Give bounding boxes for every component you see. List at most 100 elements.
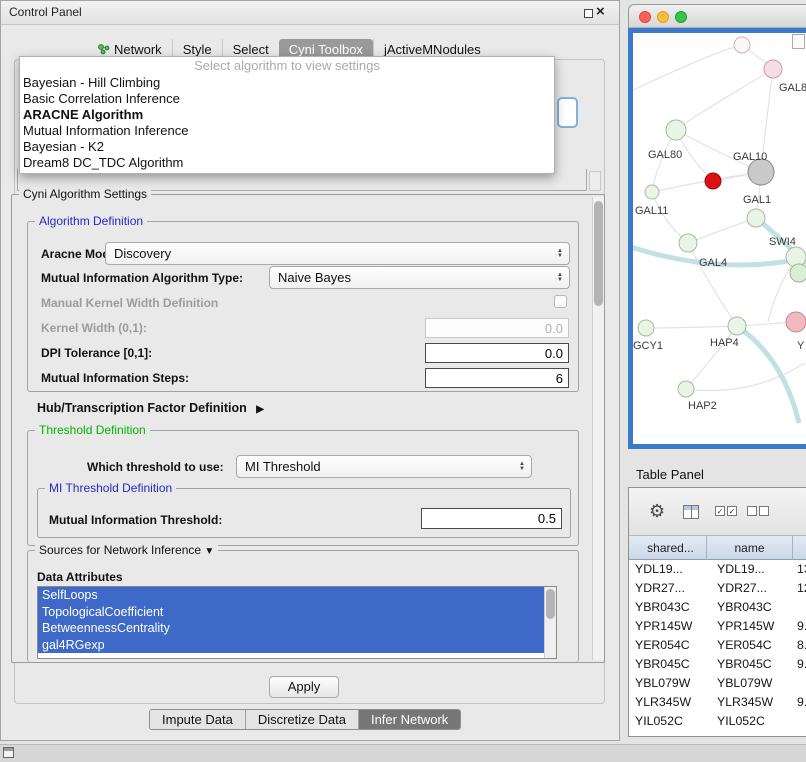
sources-group-title: Sources for Network Inference [39,543,201,557]
cell: YIL052C [629,712,707,731]
network-node[interactable] [728,317,746,335]
network-node[interactable] [734,37,750,53]
table-row[interactable]: YBR043C YBR043C [629,598,806,617]
mi-type-label: Mutual Information Algorithm Type: [41,271,243,285]
network-node[interactable] [678,381,694,397]
dpi-tolerance-input[interactable] [425,343,569,363]
tab-jactivemnodules-label: jActiveMNodules [384,42,481,57]
data-attributes-list[interactable]: SelfLoops TopologicalCoefficient Between… [37,586,557,659]
cell: YDR27... [629,579,707,598]
algorithm-option-selected[interactable]: ARACNE Algorithm [20,107,554,123]
algorithm-option[interactable]: Dream8 DC_TDC Algorithm [20,155,554,171]
cell: YDR27... [707,579,793,598]
network-node-red[interactable] [705,173,721,189]
cell: YDL19... [629,560,707,579]
node-label: GAL1 [743,194,771,206]
network-node[interactable] [764,60,782,78]
column-header-name[interactable]: name [707,536,793,560]
table-row[interactable]: YER054C YER054C 8. [629,636,806,655]
close-traffic-light-icon[interactable] [639,11,651,23]
cell: YBR045C [707,655,793,674]
scrollbar-thumb[interactable] [546,589,555,619]
network-node[interactable] [747,209,765,227]
node-label: GAL8 [779,82,806,94]
table-row[interactable]: YBL079W YBL079W [629,674,806,693]
apply-button[interactable]: Apply [269,676,339,698]
attribute-item-selected[interactable]: BetweennessCentrality [38,620,545,637]
mi-threshold-input[interactable] [421,508,562,529]
table-panel-content: ⚙ ✓ ✓ shared... name YDL19... YDL19... 1… [628,487,806,737]
column-header-partial[interactable] [793,536,806,560]
algorithm-option[interactable]: Bayesian - Hill Climbing [20,75,554,91]
network-edge [646,326,737,328]
scrollbar-fragment[interactable] [589,171,601,191]
algorithm-combobox-fragment[interactable] [557,97,578,128]
table-row[interactable]: YPR145W YPR145W 9. [629,617,806,636]
node-label: GAL11 [635,205,668,217]
minimize-traffic-light-icon[interactable] [657,11,669,23]
network-node[interactable] [666,120,686,140]
close-icon[interactable]: × [596,3,605,20]
node-label: HAP2 [688,400,717,412]
panel-dock-icon[interactable] [3,747,14,758]
select-all-icon[interactable]: ✓ ✓ [715,506,737,516]
network-window-titlebar[interactable] [628,4,806,28]
zoom-traffic-light-icon[interactable] [675,11,687,23]
mi-steps-input[interactable] [425,368,569,388]
attribute-item-selected[interactable]: gal4RGexp [38,637,545,654]
table-header-row: shared... name [629,536,806,560]
cell: YLR345W [707,693,793,712]
network-node[interactable] [638,320,654,336]
network-view-window: GAL8 GAL80 GAL10 GAL11 GAL1 SWI4 GAL4 GC… [628,4,806,449]
table-row[interactable]: YBR045C YBR045C 9. [629,655,806,674]
which-threshold-select[interactable]: MI Threshold ▲▼ [236,455,532,478]
table-panel-title: Table Panel [636,467,704,482]
algorithm-definition-title: Algorithm Definition [35,214,147,228]
table-row[interactable]: YLR345W YLR345W 9. [629,693,806,712]
table-row[interactable]: YDL19... YDL19... 13 [629,560,806,579]
combo-arrows-icon: ▲▼ [557,249,563,259]
cell: YBR045C [629,655,707,674]
node-label: GAL4 [699,257,727,269]
tab-infer-network[interactable]: Infer Network [358,710,460,729]
sources-group-toggle[interactable]: Sources for Network Inference ▼ [35,543,218,557]
tab-impute-data[interactable]: Impute Data [150,710,245,729]
settings-scrollbar[interactable] [592,197,604,660]
algorithm-option[interactable]: Bayesian - K2 [20,139,554,155]
column-header-shared[interactable]: shared... [629,536,707,560]
node-label: GAL80 [648,149,682,161]
algorithm-option[interactable]: Basic Correlation Inference [20,91,554,107]
network-node[interactable] [790,264,806,282]
canvas-scroll-corner[interactable] [792,34,805,49]
network-edge [676,69,773,130]
cell: 13 [793,560,806,579]
attribute-item-selected[interactable]: SelfLoops [38,587,545,604]
table-body: YDL19... YDL19... 13 YDR27... YDR27... 1… [629,560,806,731]
aracne-mode-select[interactable]: Discovery ▲▼ [105,242,570,265]
table-toolbar: ⚙ ✓ ✓ [629,488,806,536]
network-node[interactable] [645,185,659,199]
network-node[interactable] [679,234,697,252]
scrollbar-thumb[interactable] [594,201,603,306]
deselect-all-icon[interactable] [747,506,769,516]
list-scrollbar[interactable] [544,587,556,659]
cell: 8. [793,636,806,655]
tab-discretize-data[interactable]: Discretize Data [245,710,358,729]
mi-type-select[interactable]: Naive Bayes ▲▼ [269,266,570,289]
table-row[interactable]: YDR27... YDR27... 12 [629,579,806,598]
attribute-item-selected[interactable]: TopologicalCoefficient [38,604,545,621]
float-window-icon[interactable] [584,9,593,18]
hub-section-toggle[interactable]: Hub/Transcription Factor Definition ▶ [37,401,264,415]
algorithm-option[interactable]: Mutual Information Inference [20,123,554,139]
network-canvas[interactable]: GAL8 GAL80 GAL10 GAL11 GAL1 SWI4 GAL4 GC… [628,28,806,449]
column-selector-icon[interactable] [683,505,699,519]
hub-section-label: Hub/Transcription Factor Definition [37,401,247,415]
gear-icon[interactable]: ⚙ [649,501,665,522]
kernel-width-input [425,318,569,338]
cell: YBR043C [629,598,707,617]
cell: YER054C [707,636,793,655]
algorithm-placeholder: Select algorithm to view settings [20,57,554,75]
network-node-pink[interactable] [786,312,806,332]
table-row[interactable]: YIL052C YIL052C [629,712,806,731]
manual-kernel-checkbox[interactable] [554,295,567,308]
